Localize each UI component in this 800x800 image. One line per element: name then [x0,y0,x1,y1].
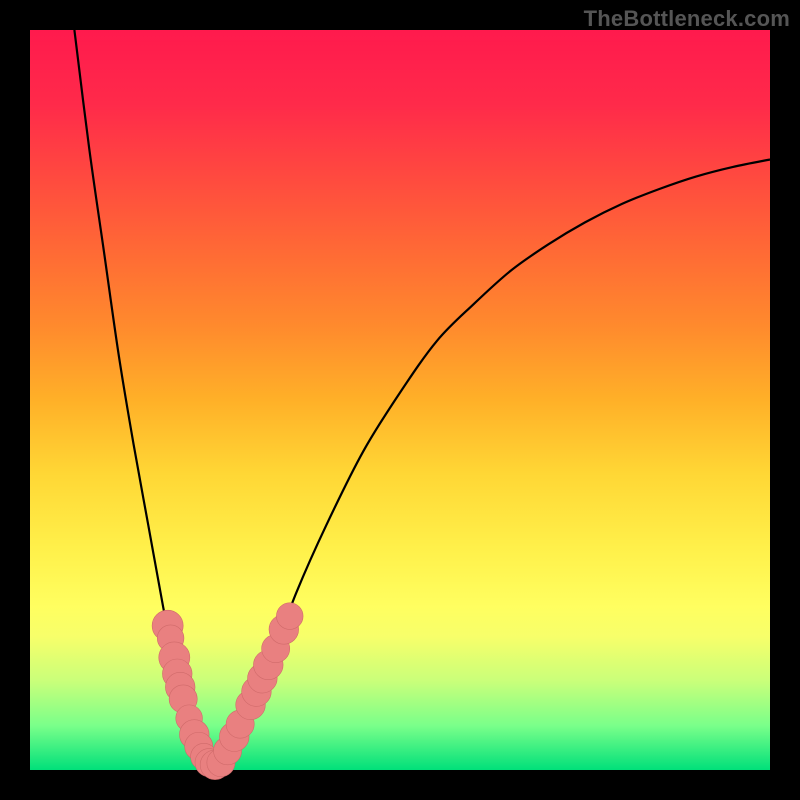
dot-layer [152,603,303,780]
plot-area [30,30,770,770]
curve-right-branch [215,160,770,767]
chart-frame: TheBottleneck.com [0,0,800,800]
chart-svg [30,30,770,770]
data-point [276,603,303,630]
watermark-text: TheBottleneck.com [584,6,790,32]
curve-left-branch [74,30,215,766]
